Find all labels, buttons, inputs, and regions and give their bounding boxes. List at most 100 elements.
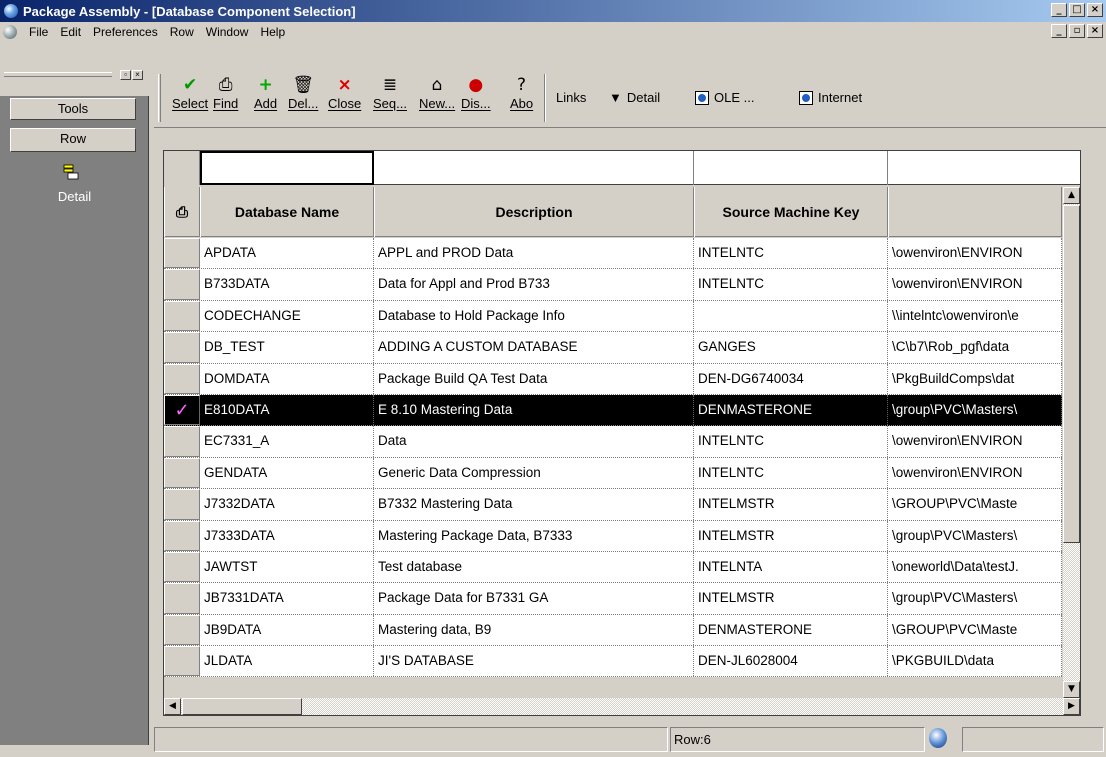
row-path[interactable]: \C\b7\Rob_pgf\data	[888, 332, 1062, 363]
row-selector[interactable]: ✓	[164, 394, 200, 426]
row-selector[interactable]	[164, 614, 200, 646]
row-description[interactable]: Data	[374, 426, 694, 457]
new-button[interactable]: ⌂ New...	[419, 74, 455, 111]
horizontal-scrollbar[interactable]: ◀ ▶	[164, 698, 1080, 715]
row-selector[interactable]	[164, 457, 200, 489]
qbe-path-input[interactable]	[888, 151, 1080, 185]
row-description[interactable]: Database to Hold Package Info	[374, 300, 694, 332]
row-description[interactable]: Mastering data, B9	[374, 614, 694, 646]
mdi-restore-button[interactable]: ▫	[1069, 24, 1085, 38]
row-database-name[interactable]: J7332DATA	[200, 489, 374, 520]
qbe-description-input[interactable]	[374, 151, 694, 185]
menu-edit[interactable]: Edit	[54, 25, 87, 39]
sequence-button[interactable]: ≣ Seq...	[373, 74, 407, 111]
row-selector[interactable]	[164, 646, 200, 677]
table-row[interactable]: APDATA APPL and PROD Data INTELNTC \owenvir…	[164, 238, 1062, 270]
scroll-left-button[interactable]: ◀	[164, 698, 181, 715]
ole-link[interactable]: OLE ...	[695, 90, 754, 105]
horizontal-scroll-thumb[interactable]	[182, 698, 302, 715]
row-selector[interactable]	[164, 583, 200, 614]
row-description[interactable]: B7332 Mastering Data	[374, 489, 694, 520]
row-selector[interactable]	[164, 269, 200, 300]
row-source-machine-key[interactable]: INTELMSTR	[694, 520, 888, 551]
table-row[interactable]: JB7331DATA Package Data for B7331 GA INTEL…	[164, 583, 1062, 615]
row-source-machine-key[interactable]	[694, 300, 888, 332]
row-selector[interactable]	[164, 426, 200, 457]
row-path[interactable]: \group\PVC\Masters\	[888, 394, 1062, 426]
row-description[interactable]: Package Data for B7331 GA	[374, 583, 694, 614]
row-source-machine-key[interactable]: INTELNTC	[694, 426, 888, 457]
row-selector[interactable]	[164, 363, 200, 394]
table-row[interactable]: B733DATA Data for Appl and Prod B733 INTEL…	[164, 269, 1062, 301]
table-row[interactable]: EC7331_A Data INTELNTC \owenviron\ENVIRON	[164, 426, 1062, 458]
row-description[interactable]: JI'S DATABASE	[374, 646, 694, 677]
mdi-minimize-button[interactable]: _	[1051, 24, 1067, 38]
table-row[interactable]: DOMDATA Package Build QA Test Data DEN-DG6…	[164, 363, 1062, 395]
select-button[interactable]: ✔ Select	[172, 74, 208, 111]
row-description[interactable]: Package Build QA Test Data	[374, 363, 694, 394]
delete-button[interactable]: 🗑 Del...	[288, 74, 318, 111]
about-button[interactable]: ? Abo	[510, 74, 533, 111]
internet-link[interactable]: Internet	[799, 90, 862, 105]
column-source-machine-key[interactable]: Source Machine Key	[694, 187, 888, 237]
tab-row[interactable]: Row	[10, 128, 136, 152]
maximize-button[interactable]: □	[1069, 3, 1085, 17]
row-database-name[interactable]: E810DATA	[200, 394, 374, 426]
column-path[interactable]	[888, 187, 1062, 237]
vertical-scroll-thumb[interactable]	[1063, 205, 1080, 543]
row-selector[interactable]	[164, 489, 200, 520]
close-button[interactable]: × Close	[328, 74, 361, 111]
minimize-button[interactable]: _	[1051, 3, 1067, 17]
row-database-name[interactable]: JB7331DATA	[200, 583, 374, 614]
row-source-machine-key[interactable]: INTELNTC	[694, 457, 888, 489]
add-button[interactable]: + Add	[254, 74, 277, 111]
row-selector[interactable]	[164, 300, 200, 332]
close-window-button[interactable]: ×	[1087, 3, 1103, 17]
row-database-name[interactable]: J7333DATA	[200, 520, 374, 551]
row-database-name[interactable]: DOMDATA	[200, 363, 374, 394]
row-source-machine-key[interactable]: INTELMSTR	[694, 489, 888, 520]
table-row[interactable]: J7332DATA B7332 Mastering Data INTELMSTR \G…	[164, 489, 1062, 521]
pane-restore-button[interactable]: ▫	[120, 70, 131, 80]
row-database-name[interactable]: JB9DATA	[200, 614, 374, 646]
row-database-name[interactable]: B733DATA	[200, 269, 374, 300]
row-source-machine-key[interactable]: DEN-JL6028004	[694, 646, 888, 677]
row-path[interactable]: \GROUP\PVC\Maste	[888, 614, 1062, 646]
row-path[interactable]: \owenviron\ENVIRON	[888, 238, 1062, 269]
row-path[interactable]: \owenviron\ENVIRON	[888, 269, 1062, 300]
row-path[interactable]: \\intelntc\owenviron\e	[888, 300, 1062, 332]
row-selector[interactable]	[164, 551, 200, 583]
row-path[interactable]: \PKGBUILD\data	[888, 646, 1062, 677]
row-database-name[interactable]: APDATA	[200, 238, 374, 269]
table-row[interactable]: J7333DATA Mastering Package Data, B7333 IN…	[164, 520, 1062, 552]
scroll-up-button[interactable]: ▲	[1063, 187, 1080, 204]
row-description[interactable]: Mastering Package Data, B7333	[374, 520, 694, 551]
query-icon[interactable]: ⎙	[164, 187, 200, 237]
tab-tools[interactable]: Tools	[10, 98, 136, 120]
row-path[interactable]: \group\PVC\Masters\	[888, 520, 1062, 551]
qbe-source-machine-input[interactable]	[694, 151, 888, 185]
detail-icon[interactable]	[63, 164, 79, 180]
column-database-name[interactable]: Database Name	[200, 187, 374, 237]
detail-link[interactable]: ▼ Detail	[609, 90, 660, 105]
row-database-name[interactable]: JAWTST	[200, 551, 374, 583]
row-source-machine-key[interactable]: INTELNTA	[694, 551, 888, 583]
menu-help[interactable]: Help	[254, 25, 291, 39]
row-source-machine-key[interactable]: DENMASTERONE	[694, 614, 888, 646]
row-source-machine-key[interactable]: DEN-DG6740034	[694, 363, 888, 394]
table-row[interactable]: JLDATA JI'S DATABASE DEN-JL6028004 \PKGBUIL…	[164, 646, 1062, 678]
row-path[interactable]: \group\PVC\Masters\	[888, 583, 1062, 614]
row-description[interactable]: Generic Data Compression	[374, 457, 694, 489]
row-source-machine-key[interactable]: DENMASTERONE	[694, 394, 888, 426]
row-source-machine-key[interactable]: INTELMSTR	[694, 583, 888, 614]
find-button[interactable]: ⎙ Find	[213, 74, 238, 111]
scroll-right-button[interactable]: ▶	[1063, 698, 1080, 715]
row-path[interactable]: \GROUP\PVC\Maste	[888, 489, 1062, 520]
menu-preferences[interactable]: Preferences	[87, 25, 164, 39]
scroll-down-button[interactable]: ▼	[1063, 681, 1080, 698]
qbe-database-name-input[interactable]	[200, 151, 374, 185]
row-database-name[interactable]: DB_TEST	[200, 332, 374, 363]
row-source-machine-key[interactable]: INTELNTC	[694, 238, 888, 269]
row-database-name[interactable]: GENDATA	[200, 457, 374, 489]
row-description[interactable]: Test database	[374, 551, 694, 583]
